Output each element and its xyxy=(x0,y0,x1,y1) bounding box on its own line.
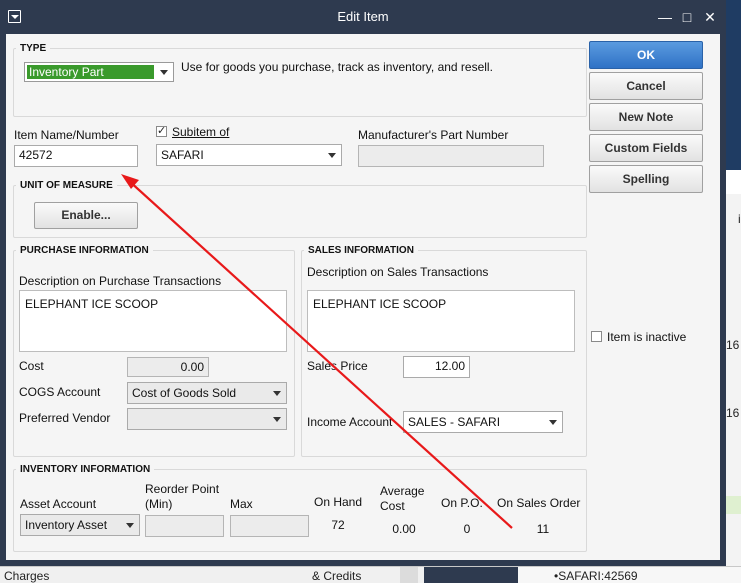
background-scroll-stub xyxy=(400,567,418,583)
cost-input[interactable]: 0.00 xyxy=(127,357,209,377)
new-note-button[interactable]: New Note xyxy=(589,103,703,131)
background-charges-text: Charges xyxy=(4,569,50,583)
subitem-of-select[interactable]: SAFARI xyxy=(156,144,342,166)
chevron-down-icon xyxy=(273,391,281,396)
chevron-down-icon xyxy=(549,420,557,425)
chevron-down-icon xyxy=(273,417,281,422)
reorder-point-label: Reorder Point xyxy=(145,482,220,496)
uom-legend: UNIT OF MEASURE xyxy=(20,180,113,191)
sales-description-label: Description on Sales Transactions xyxy=(307,265,489,279)
asset-account-value: Inventory Asset xyxy=(25,518,108,532)
on-hand-label: On Hand xyxy=(314,495,363,509)
inventory-legend: INVENTORY INFORMATION xyxy=(20,464,151,475)
item-name-input[interactable]: 42572 xyxy=(14,145,138,167)
chevron-down-icon xyxy=(328,153,336,158)
on-po-label: On P.O. xyxy=(441,496,483,510)
item-inactive-checkbox[interactable] xyxy=(591,331,602,342)
on-sales-order-value: 11 xyxy=(536,522,550,536)
asset-account-select[interactable]: Inventory Asset xyxy=(20,514,140,536)
background-credits-text: & Credits xyxy=(312,569,362,583)
reorder-point-input[interactable] xyxy=(145,515,224,537)
purchase-legend: PURCHASE INFORMATION xyxy=(20,245,149,256)
background-number: 16 xyxy=(726,338,740,352)
cost-label: Cost xyxy=(19,359,44,373)
type-legend: TYPE xyxy=(20,43,47,54)
preferred-vendor-label: Preferred Vendor xyxy=(19,411,111,425)
average-cost-label-2: Cost xyxy=(380,499,405,513)
background-letter: i xyxy=(738,212,741,226)
cogs-account-value: Cost of Goods Sold xyxy=(132,386,237,400)
custom-fields-button[interactable]: Custom Fields xyxy=(589,134,703,162)
type-select[interactable]: Inventory Part xyxy=(24,62,174,82)
chevron-down-icon xyxy=(160,70,168,75)
spelling-button[interactable]: Spelling xyxy=(589,165,703,193)
background-list-row: •SAFARI:42569 xyxy=(518,567,741,583)
item-inactive-label: Item is inactive xyxy=(607,330,687,344)
mpn-input[interactable] xyxy=(358,145,544,167)
income-account-select[interactable]: SALES - SAFARI xyxy=(403,411,563,433)
mpn-label: Manufacturer's Part Number xyxy=(358,128,509,142)
cogs-account-label: COGS Account xyxy=(19,385,101,399)
sales-price-label: Sales Price xyxy=(307,359,368,373)
max-label: Max xyxy=(230,497,253,511)
sales-price-input[interactable]: 12.00 xyxy=(403,356,470,378)
asset-account-label: Asset Account xyxy=(20,497,97,511)
minimize-icon[interactable]: — xyxy=(657,10,673,24)
background-highlight-row xyxy=(726,496,741,514)
on-po-value: 0 xyxy=(463,522,471,536)
background-dark-stub xyxy=(424,567,518,583)
window-title: Edit Item xyxy=(337,9,389,24)
maximize-icon[interactable]: □ xyxy=(679,10,695,24)
income-account-label: Income Account xyxy=(307,415,393,429)
cancel-button[interactable]: Cancel xyxy=(589,72,703,100)
average-cost-label: Average xyxy=(380,484,425,498)
purchase-description-label: Description on Purchase Transactions xyxy=(19,274,222,288)
cogs-account-select[interactable]: Cost of Goods Sold xyxy=(127,382,287,404)
chevron-down-icon xyxy=(126,523,134,528)
background-header-strip xyxy=(726,170,741,194)
reorder-min-label: (Min) xyxy=(145,497,173,511)
sales-legend: SALES INFORMATION xyxy=(308,245,414,256)
subitem-checkbox[interactable] xyxy=(156,124,167,137)
background-dark-band xyxy=(726,0,741,170)
purchase-description-field[interactable]: ELEPHANT ICE SCOOP xyxy=(19,290,287,352)
item-name-label: Item Name/Number xyxy=(14,128,119,142)
background-number: 16 xyxy=(726,406,740,420)
background-footer-row: Charges & Credits •SAFARI:42569 xyxy=(0,566,741,583)
ok-button[interactable]: OK xyxy=(589,41,703,69)
background-app-panel: i 16 16 xyxy=(726,0,741,582)
max-input[interactable] xyxy=(230,515,309,537)
subitem-label: Subitem of xyxy=(172,125,230,139)
type-description: Use for goods you purchase, track as inv… xyxy=(181,60,493,74)
background-item-text: •SAFARI:42569 xyxy=(554,569,638,583)
dialog-body: TYPE Inventory Part Use for goods you pu… xyxy=(6,34,720,560)
subitem-value: SAFARI xyxy=(161,148,204,162)
on-hand-value: 72 xyxy=(331,518,345,532)
sales-description-field[interactable]: ELEPHANT ICE SCOOP xyxy=(307,290,575,352)
title-bar[interactable]: Edit Item — □ ✕ xyxy=(0,0,726,34)
income-account-value: SALES - SAFARI xyxy=(408,415,501,429)
average-cost-value: 0.00 xyxy=(392,522,416,536)
edit-item-dialog: Edit Item — □ ✕ TYPE Inventory Part Use … xyxy=(0,0,726,566)
close-icon[interactable]: ✕ xyxy=(702,10,718,24)
on-sales-order-label: On Sales Order xyxy=(497,496,581,510)
preferred-vendor-select[interactable] xyxy=(127,408,287,430)
uom-enable-button[interactable]: Enable... xyxy=(34,202,138,229)
type-selected-value: Inventory Part xyxy=(27,65,154,79)
